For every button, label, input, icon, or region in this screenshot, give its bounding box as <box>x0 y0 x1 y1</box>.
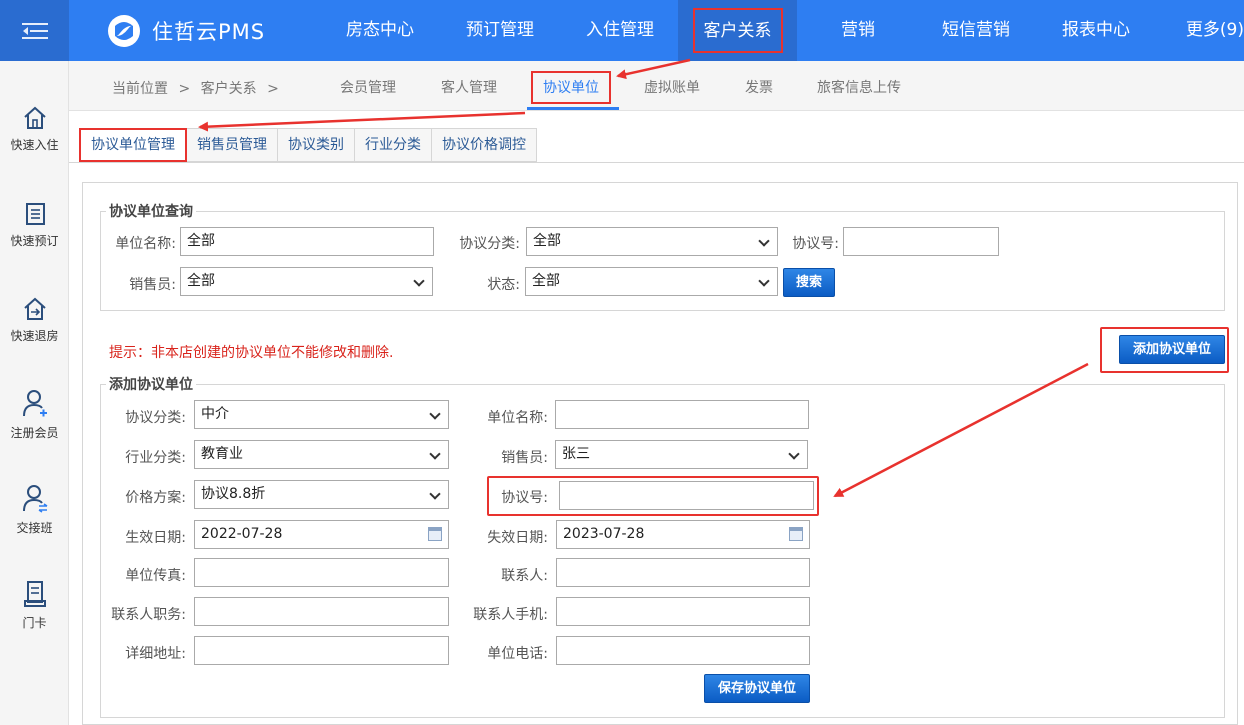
tip-text: 提示：非本店创建的协议单位不能修改和删除. <box>109 345 394 361</box>
add-fax-label: 单位传真: <box>125 568 186 584</box>
active-underline <box>527 107 619 110</box>
start-date-value: 2022-07-28 <box>201 526 283 542</box>
user-switch-icon <box>22 485 47 513</box>
search-button[interactable]: 搜索 <box>783 268 835 297</box>
breadcrumb-location: 当前位置 <box>112 81 168 97</box>
calendar-icon[interactable] <box>428 527 442 541</box>
add-price-plan-label: 价格方案: <box>125 490 186 506</box>
subnav-virtual-bill[interactable]: 虚拟账单 <box>644 77 700 97</box>
query-unit-name-input[interactable]: 全部 <box>180 227 434 256</box>
query-category-select[interactable]: 全部 <box>526 227 778 256</box>
add-contact-title-label: 联系人职务: <box>111 607 186 623</box>
add-contact-label: 联系人: <box>501 568 548 584</box>
logo-icon <box>108 15 140 47</box>
tabs-divider <box>69 162 1244 163</box>
add-category-select[interactable]: 中介 <box>194 400 449 429</box>
left-sidebar: 快速入住 快速预订 快速退房 注册会员 交接班 门卡 <box>0 61 69 725</box>
subnav-guest-info-upload[interactable]: 旅客信息上传 <box>817 77 901 97</box>
subnav-guest-management[interactable]: 客人管理 <box>441 77 497 97</box>
nav-room-status[interactable]: 房态中心 <box>330 0 430 61</box>
query-status-label: 状态: <box>487 277 520 293</box>
query-number-label: 协议号: <box>792 236 839 252</box>
breadcrumb-separator: > <box>178 81 191 97</box>
nav-marketing[interactable]: 营销 <box>808 0 908 61</box>
nav-booking[interactable]: 预订管理 <box>450 0 550 61</box>
user-add-icon <box>22 390 47 417</box>
add-industry-select[interactable]: 教育业 <box>194 440 449 469</box>
breadcrumb-current[interactable]: 客户关系 <box>201 81 257 97</box>
add-fax-input[interactable] <box>194 558 449 587</box>
nav-checkin[interactable]: 入住管理 <box>570 0 670 61</box>
tab-agreement-category[interactable]: 协议类别 <box>278 128 355 162</box>
add-address-label: 详细地址: <box>125 646 186 662</box>
add-agreement-unit-button[interactable]: 添加协议单位 <box>1119 335 1225 364</box>
add-start-date-label: 生效日期: <box>125 530 186 546</box>
home-icon <box>23 106 46 129</box>
sidebar-item-door-card[interactable]: 门卡 <box>0 579 69 631</box>
tab-agreement-price-control[interactable]: 协议价格调控 <box>432 128 537 162</box>
breadcrumb-separator: > <box>267 81 279 97</box>
top-navbar: 住哲云PMS 房态中心 预订管理 入住管理 客户关系 营销 短信营销 报表中心 … <box>0 0 1244 61</box>
add-address-input[interactable] <box>194 636 449 665</box>
sidebar-item-shift-handover[interactable]: 交接班 <box>0 484 69 536</box>
query-category-label: 协议分类: <box>459 236 520 252</box>
tab-industry-category[interactable]: 行业分类 <box>355 128 432 162</box>
tab-bar: 协议单位管理 销售员管理 协议类别 行业分类 协议价格调控 <box>79 128 537 162</box>
card-icon <box>23 581 46 607</box>
add-industry-label: 行业分类: <box>125 450 186 466</box>
add-end-date-input[interactable]: 2023-07-28 <box>556 520 810 549</box>
sidebar-item-quick-checkin[interactable]: 快速入住 <box>0 105 69 153</box>
add-category-label: 协议分类: <box>125 410 186 426</box>
arrow-to-tab <box>198 111 526 132</box>
add-phone-input[interactable] <box>556 636 810 665</box>
subnav-invoice[interactable]: 发票 <box>745 77 773 97</box>
tab-agreement-unit-management[interactable]: 协议单位管理 <box>79 128 187 162</box>
add-price-plan-select[interactable]: 协议8.8折 <box>194 480 449 509</box>
nav-customer-relations[interactable]: 客户关系 <box>678 0 797 61</box>
add-contact-mobile-label: 联系人手机: <box>473 607 548 623</box>
add-form-legend: 添加协议单位 <box>109 377 193 393</box>
query-number-input[interactable] <box>843 227 999 256</box>
nav-more[interactable]: 更多(9) <box>1176 0 1244 61</box>
query-sales-label: 销售员: <box>129 277 176 293</box>
logo-text: 住哲云PMS <box>152 20 266 44</box>
query-legend: 协议单位查询 <box>109 204 193 220</box>
add-phone-label: 单位电话: <box>487 646 548 662</box>
nav-reports[interactable]: 报表中心 <box>1046 0 1146 61</box>
checkout-icon <box>23 297 46 320</box>
menu-toggle-icon[interactable] <box>0 0 69 61</box>
add-sales-select[interactable]: 张三 <box>555 440 808 469</box>
add-unit-name-label: 单位名称: <box>487 410 548 426</box>
sub-navbar: 当前位置 > 客户关系 > 会员管理 客人管理 协议单位 虚拟账单 发票 旅客信… <box>69 61 1244 111</box>
add-start-date-input[interactable]: 2022-07-28 <box>194 520 449 549</box>
save-agreement-unit-button[interactable]: 保存协议单位 <box>704 674 810 703</box>
nav-sms-marketing[interactable]: 短信营销 <box>926 0 1026 61</box>
add-number-label: 协议号: <box>501 490 548 506</box>
breadcrumb: 当前位置 > 客户关系 > <box>112 78 285 98</box>
add-unit-name-input[interactable] <box>555 400 809 429</box>
query-sales-select[interactable]: 全部 <box>180 267 433 296</box>
sidebar-item-quick-booking[interactable]: 快速预订 <box>0 201 69 249</box>
subnav-member-management[interactable]: 会员管理 <box>340 77 396 97</box>
subnav-agreement-unit[interactable]: 协议单位 <box>543 77 599 97</box>
add-contact-mobile-input[interactable] <box>556 597 810 626</box>
add-number-input[interactable] <box>559 481 814 510</box>
tab-sales-management[interactable]: 销售员管理 <box>187 128 278 162</box>
calendar-icon[interactable] <box>789 527 803 541</box>
query-status-select[interactable]: 全部 <box>525 267 778 296</box>
end-date-value: 2023-07-28 <box>563 526 645 542</box>
app-logo[interactable]: 住哲云PMS <box>106 13 265 49</box>
query-unit-name-label: 单位名称: <box>115 236 176 252</box>
list-icon <box>25 203 45 225</box>
add-end-date-label: 失效日期: <box>487 530 548 546</box>
add-contact-input[interactable] <box>556 558 810 587</box>
add-sales-label: 销售员: <box>501 450 548 466</box>
add-contact-title-input[interactable] <box>194 597 449 626</box>
sidebar-item-quick-checkout[interactable]: 快速退房 <box>0 296 69 344</box>
sidebar-item-register-member[interactable]: 注册会员 <box>0 389 69 441</box>
